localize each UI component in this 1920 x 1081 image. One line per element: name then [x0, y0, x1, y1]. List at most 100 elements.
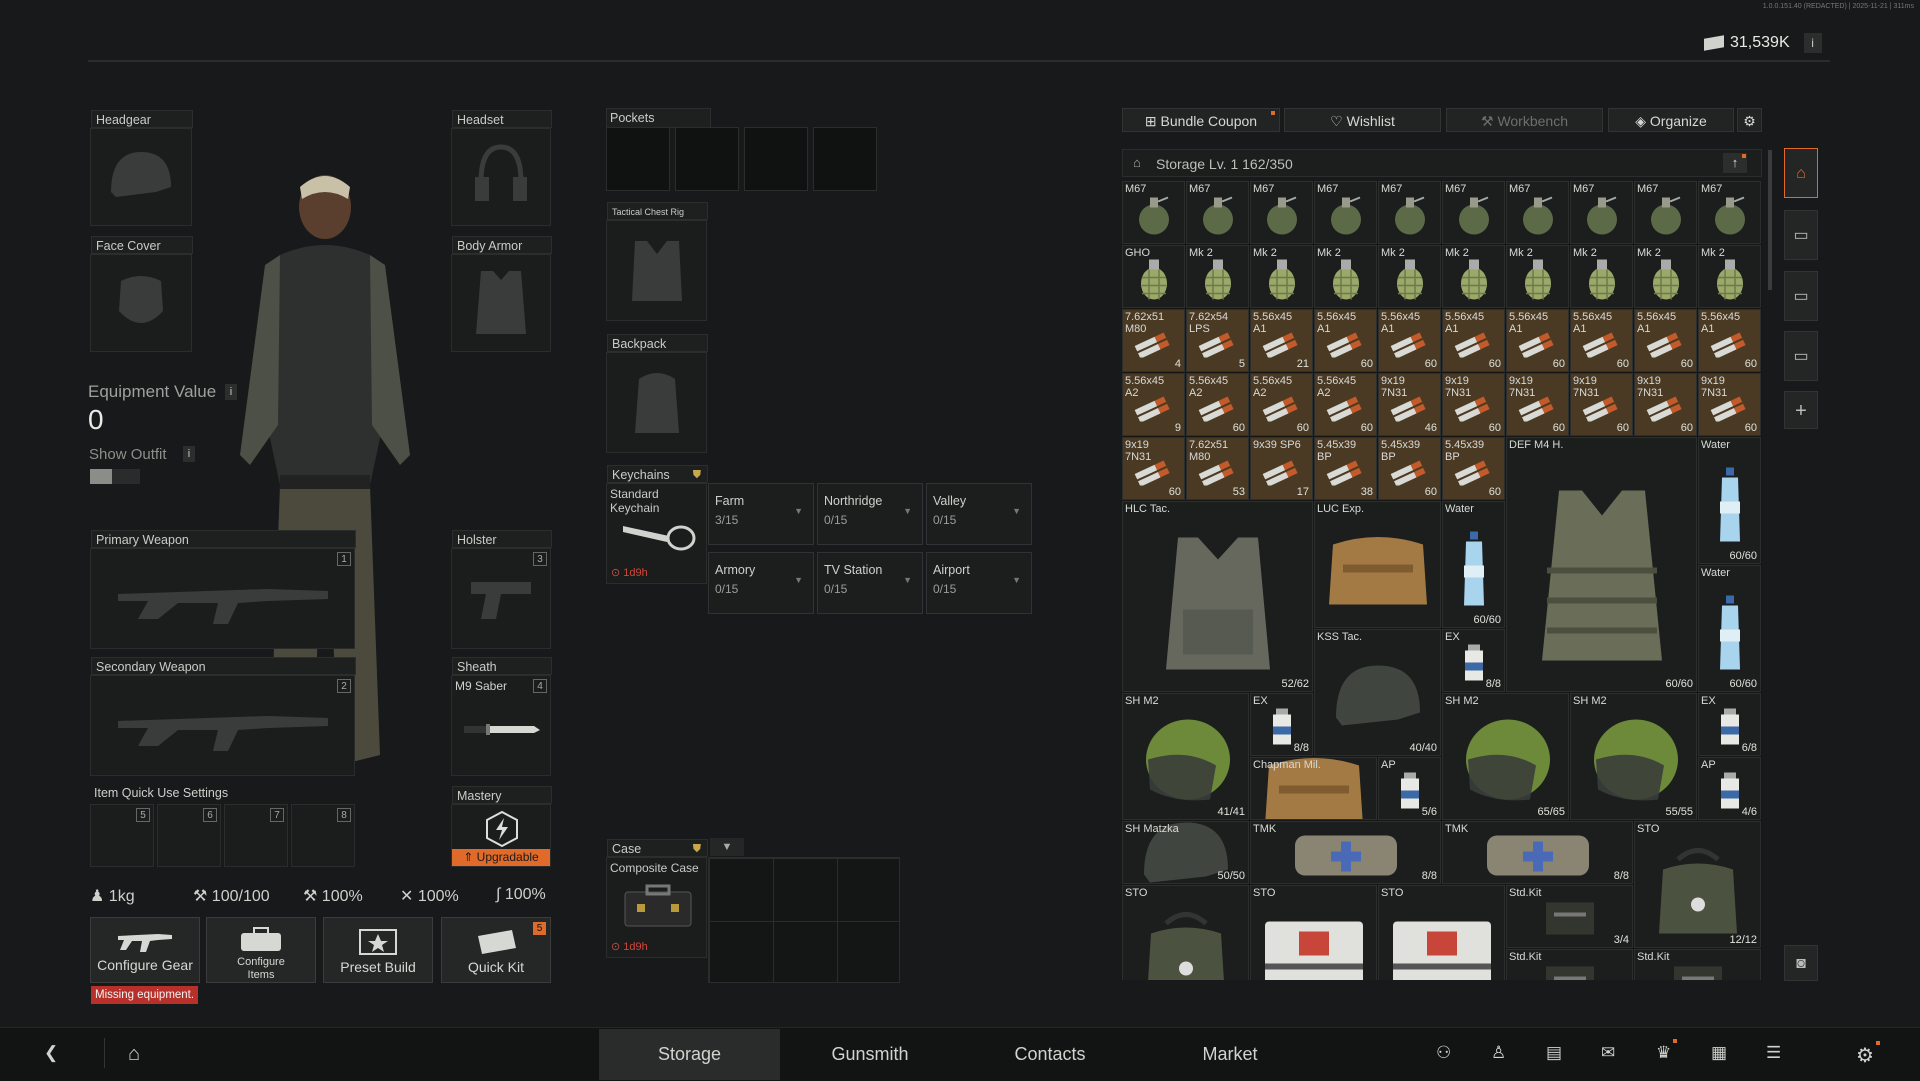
storage-item[interactable]: 7.62x51 M80 53 [1186, 437, 1249, 500]
storage-item[interactable]: M67 [1378, 181, 1441, 244]
storage-item[interactable]: Std.Kit [1506, 949, 1633, 980]
tasks-icon[interactable]: ▦ [1711, 1043, 1727, 1063]
keychain-slot-valley[interactable]: Valley 0/15 ▼ [926, 483, 1032, 545]
home-button[interactable]: ⌂ [128, 1043, 140, 1066]
friends-icon[interactable]: ⚇ [1436, 1043, 1451, 1063]
storage-item[interactable]: M67 [1634, 181, 1697, 244]
storage-item[interactable]: M67 [1698, 181, 1761, 244]
keychain-slot-airport[interactable]: Airport 0/15 ▼ [926, 552, 1032, 614]
trophy-icon[interactable]: ♛ [1656, 1039, 1678, 1063]
storage-item[interactable]: Water 60/60 [1698, 437, 1761, 564]
storage-item[interactable]: 5.56x45 A2 60 [1186, 373, 1249, 436]
storage-item[interactable]: SH Matzka 50/50 [1122, 821, 1249, 884]
quick-use-slot-4[interactable]: 8 [291, 804, 355, 867]
storage-item[interactable]: M67 [1570, 181, 1633, 244]
storage-item[interactable]: 5.56x45 A1 60 [1314, 309, 1377, 372]
pocket-slot-2[interactable] [675, 127, 739, 191]
storage-item[interactable]: Mk 2 [1506, 245, 1569, 308]
storage-item[interactable]: SH M2 41/41 [1122, 693, 1249, 820]
profile-icon[interactable]: ♙ [1491, 1043, 1506, 1063]
storage-item[interactable]: Water 60/60 [1698, 565, 1761, 692]
pocket-slot-3[interactable] [744, 127, 808, 191]
storage-item[interactable]: 9x19 7N31 60 [1698, 373, 1761, 436]
mail-icon[interactable]: ✉ [1601, 1043, 1615, 1063]
holster-slot[interactable]: Holster 3 [451, 530, 552, 649]
storage-item[interactable]: HLC Tac. 52/62 [1122, 501, 1313, 692]
storage-grid[interactable]: M67 M67 M67 M67 M67 M67 M67 M67 M67 M67 GHO Mk 2 Mk … [1122, 181, 1762, 980]
keychain-slot[interactable]: Keychains ⛊ Standard Keychain ⊙ 1d9h [606, 465, 708, 584]
case-pin-icon[interactable]: ▼ [710, 838, 744, 856]
storage-item[interactable]: Mk 2 [1250, 245, 1313, 308]
storage-item[interactable]: SH M2 55/55 [1570, 693, 1697, 820]
storage-item[interactable]: M67 [1122, 181, 1185, 244]
configure-gear-button[interactable]: Configure Gear [90, 917, 200, 983]
storage-item[interactable]: STO 12/12 [1634, 821, 1761, 948]
storage-item[interactable]: M67 [1442, 181, 1505, 244]
sheath-slot[interactable]: Sheath 4 M9 Saber [451, 657, 552, 776]
secondary-weapon-slot[interactable]: Secondary Weapon 2 [90, 657, 356, 776]
nav-tab-contacts[interactable]: Contacts [960, 1029, 1140, 1080]
storage-item[interactable]: KSS Tac. 40/40 [1314, 629, 1441, 756]
storage-item[interactable]: 7.62x54 LPS 5 [1186, 309, 1249, 372]
storage-item[interactable]: EX 8/8 [1250, 693, 1313, 756]
storage-item[interactable]: 5.56x45 A1 60 [1442, 309, 1505, 372]
storage-scrollbar[interactable] [1768, 150, 1772, 290]
side-box-button-1[interactable]: ▭ [1784, 210, 1818, 260]
storage-item[interactable]: TMK 8/8 [1250, 821, 1441, 884]
storage-item[interactable]: DEF M4 H. 60/60 [1506, 437, 1697, 692]
storage-item[interactable]: 5.56x45 A2 9 [1122, 373, 1185, 436]
bundle-coupon-tab[interactable]: ⊞ Bundle Coupon [1122, 108, 1280, 132]
storage-item[interactable]: EX 8/8 [1442, 629, 1505, 692]
storage-item[interactable]: Water 60/60 [1442, 501, 1505, 628]
show-outfit-info-icon[interactable]: i [183, 446, 195, 462]
storage-item[interactable]: EX 6/8 [1698, 693, 1761, 756]
tactical-chest-rig-slot[interactable]: Tactical Chest Rig [606, 202, 708, 321]
storage-item[interactable]: Mk 2 [1442, 245, 1505, 308]
settings-button[interactable]: ⚙ [1737, 108, 1762, 132]
quick-use-slot-3[interactable]: 7 [224, 804, 288, 867]
storage-item[interactable]: Mk 2 [1570, 245, 1633, 308]
quick-use-slot-2[interactable]: 6 [157, 804, 221, 867]
case-slot[interactable]: Case ⛊ Composite Case ⊙ 1d9h [606, 839, 708, 958]
storage-item[interactable]: 5.45x39 BP 60 [1378, 437, 1441, 500]
storage-item[interactable]: Mk 2 [1186, 245, 1249, 308]
storage-item[interactable]: 9x19 7N31 60 [1122, 437, 1185, 500]
keychain-slot-tv-station[interactable]: TV Station 0/15 ▼ [817, 552, 923, 614]
case-contents-grid[interactable] [708, 857, 900, 983]
organize-tab[interactable]: ◈ Organize [1608, 108, 1734, 132]
add-storage-button[interactable]: + [1784, 391, 1818, 429]
side-box-button-2[interactable]: ▭ [1784, 271, 1818, 321]
show-outfit-toggle[interactable] [90, 469, 140, 484]
back-button[interactable]: ❮ [44, 1043, 58, 1063]
storage-item[interactable]: 9x19 7N31 60 [1442, 373, 1505, 436]
storage-item[interactable]: 5.56x45 A1 60 [1634, 309, 1697, 372]
storage-item[interactable]: 5.56x45 A1 60 [1506, 309, 1569, 372]
storage-item[interactable]: TMK 8/8 [1442, 821, 1633, 884]
storage-item[interactable]: M67 [1250, 181, 1313, 244]
storage-item[interactable]: Chapman Mil. [1250, 757, 1377, 820]
nav-tab-storage[interactable]: Storage [599, 1029, 780, 1080]
equipment-value-info-icon[interactable]: i [225, 384, 237, 400]
storage-item[interactable]: 5.56x45 A1 60 [1378, 309, 1441, 372]
upgrade-storage-button[interactable]: ↑ [1723, 153, 1747, 173]
headgear-slot[interactable]: Headgear [90, 110, 193, 226]
storage-item[interactable]: 9x19 7N31 60 [1634, 373, 1697, 436]
storage-item[interactable]: 5.56x45 A1 60 [1570, 309, 1633, 372]
storage-item[interactable]: 5.45x39 BP 38 [1314, 437, 1377, 500]
storage-item[interactable]: AP 4/6 [1698, 757, 1761, 820]
list-icon[interactable]: ☰ [1766, 1043, 1781, 1063]
settings-icon[interactable]: ⚙ [1856, 1041, 1880, 1068]
primary-weapon-slot[interactable]: Primary Weapon 1 [90, 530, 356, 649]
configure-items-button[interactable]: Configure Items [206, 917, 316, 983]
mastery-slot[interactable]: Mastery ⇑ Upgradable [451, 786, 552, 867]
storage-item[interactable]: 5.56x45 A1 21 [1250, 309, 1313, 372]
storage-item[interactable]: 5.56x45 A1 60 [1698, 309, 1761, 372]
face-cover-slot[interactable]: Face Cover [90, 236, 193, 352]
preset-build-button[interactable]: Preset Build [323, 917, 433, 983]
keychain-slot-farm[interactable]: Farm 3/15 ▼ [708, 483, 814, 545]
storage-item[interactable]: 9x39 SP6 17 [1250, 437, 1313, 500]
storage-item[interactable]: Std.Kit [1634, 949, 1761, 980]
storage-item[interactable]: Mk 2 [1698, 245, 1761, 308]
wishlist-tab[interactable]: ♡ Wishlist [1284, 108, 1441, 132]
storage-item[interactable]: 5.56x45 A2 60 [1250, 373, 1313, 436]
